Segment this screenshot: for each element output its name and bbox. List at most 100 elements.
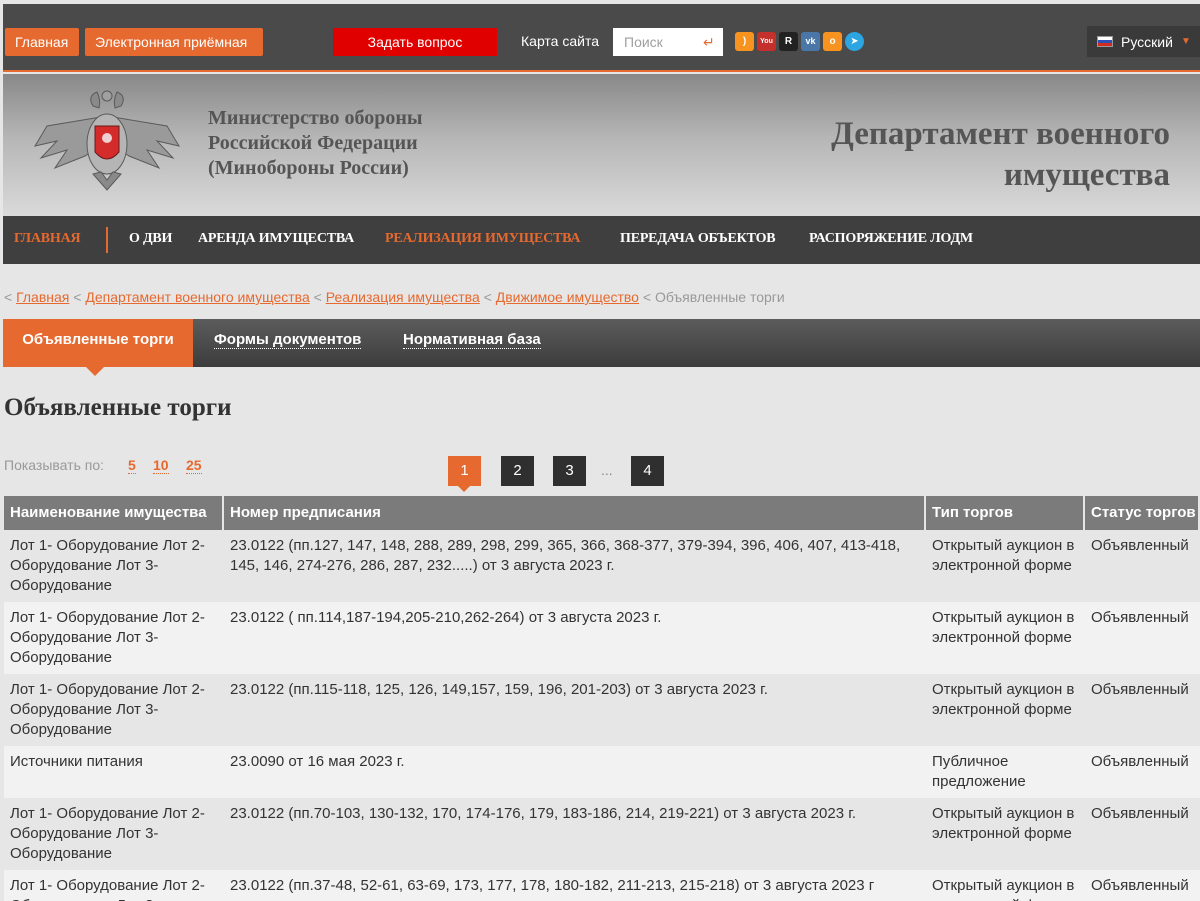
cell-name[interactable]: Лот 1- Оборудование Лот 2- Оборудование … <box>4 870 224 901</box>
table-row[interactable]: Лот 1- Оборудование Лот 2- Оборудование … <box>4 798 1200 870</box>
page-button-3[interactable]: 3 <box>553 456 586 486</box>
ministry-line: Министерство обороны <box>208 107 423 129</box>
rss-icon[interactable]: ) <box>735 32 754 51</box>
tab-document-forms[interactable]: Формы документов <box>214 319 362 367</box>
page-button-1[interactable]: 1 <box>448 456 481 486</box>
enter-icon[interactable]: ↵ <box>703 34 715 51</box>
language-selector[interactable]: Русский ▼ <box>1087 26 1200 57</box>
home-button[interactable]: Главная <box>5 28 79 56</box>
ministry-line: (Минобороны России) <box>208 157 409 179</box>
language-label: Русский <box>1121 33 1173 50</box>
breadcrumb-separator: < <box>4 289 13 305</box>
breadcrumb-link-department[interactable]: Департамент военного имущества <box>85 289 309 305</box>
active-page-pointer <box>458 486 470 492</box>
column-header-order-number[interactable]: Номер предписания <box>224 496 926 530</box>
double-headed-eagle-emblem[interactable] <box>27 86 187 198</box>
cell-status: Объявленный <box>1091 681 1189 698</box>
breadcrumb-separator: < <box>483 289 492 305</box>
breadcrumb-separator: < <box>313 289 322 305</box>
social-links: ) You R vk о ➤ <box>735 32 864 51</box>
ministry-line: Российской Федерации <box>208 132 418 154</box>
cell-tender-type: Открытый аукцион в электронной форме <box>932 681 1075 718</box>
table-row[interactable]: Лот 1- Оборудование Лот 2- Оборудование … <box>4 602 1200 674</box>
breadcrumb: < Главная < Департамент военного имущест… <box>4 289 785 305</box>
russian-flag-icon <box>1097 36 1113 47</box>
odnoklassniki-icon[interactable]: о <box>823 32 842 51</box>
cell-status: Объявленный <box>1091 877 1189 894</box>
breadcrumb-current: Объявленные торги <box>654 289 785 305</box>
cell-name[interactable]: Источники питания <box>4 746 224 798</box>
tab-label: Нормативная база <box>403 331 541 349</box>
pagination-ellipsis: ... <box>601 462 613 478</box>
header-banner: Министерство обороны Российской Федераци… <box>3 74 1200 216</box>
cell-tender-type: Открытый аукцион в электронной форме <box>932 537 1075 574</box>
vk-icon[interactable]: vk <box>801 32 820 51</box>
table-row[interactable]: Источники питания 23.0090 от 16 мая 2023… <box>4 746 1200 798</box>
tenders-table: Наименование имущества Номер предписания… <box>4 496 1200 901</box>
cell-order-number[interactable]: 23.0122 (пп.127, 147, 148, 288, 289, 298… <box>224 530 926 602</box>
department-line: имущества <box>1003 157 1170 193</box>
sitemap-link[interactable]: Карта сайта <box>521 33 599 49</box>
nav-item-lodm[interactable]: РАСПОРЯЖЕНИЕ ЛОДМ <box>809 231 973 247</box>
cell-name[interactable]: Лот 1- Оборудование Лот 2- Оборудование … <box>4 530 224 602</box>
tab-announced-tenders[interactable]: Объявленные торги <box>3 319 193 367</box>
page-button-4[interactable]: 4 <box>631 456 664 486</box>
cell-tender-type: Публичное предложение <box>932 753 1026 790</box>
ask-question-button[interactable]: Задать вопрос <box>333 28 497 56</box>
department-title: Департамент военного имущества <box>831 114 1170 196</box>
nav-item-home[interactable]: ГЛАВНАЯ <box>14 231 81 247</box>
breadcrumb-separator: < <box>73 289 82 305</box>
rutube-icon[interactable]: R <box>779 32 798 51</box>
cell-tender-type: Открытый аукцион в электронной форме <box>932 609 1075 646</box>
table-row[interactable]: Лот 1- Оборудование Лот 2- Оборудование … <box>4 530 1200 602</box>
department-line: Департамент военного <box>831 116 1170 152</box>
top-bar: Главная Электронная приёмная Задать вопр… <box>3 4 1200 72</box>
cell-order-number[interactable]: 23.0122 (пп.115-118, 125, 126, 149,157, … <box>224 674 926 746</box>
tab-label: Объявленные торги <box>22 331 174 348</box>
table-header: Наименование имущества Номер предписания… <box>4 496 1200 530</box>
nav-item-sale[interactable]: РЕАЛИЗАЦИЯ ИМУЩЕСТВА <box>385 231 581 247</box>
table-row[interactable]: Лот 1- Оборудование Лот 2- Оборудование … <box>4 870 1200 901</box>
section-tabs: Объявленные торги Формы документов Норма… <box>3 319 1200 367</box>
cell-status: Объявленный <box>1091 805 1189 822</box>
main-nav: ГЛАВНАЯ О ДВИ АРЕНДА ИМУЩЕСТВА РЕАЛИЗАЦИ… <box>3 216 1200 264</box>
youtube-icon[interactable]: You <box>757 32 776 51</box>
per-page-option-25[interactable]: 25 <box>186 457 202 474</box>
per-page-option-10[interactable]: 10 <box>153 457 169 474</box>
chevron-down-icon: ▼ <box>1180 36 1191 47</box>
e-reception-button[interactable]: Электронная приёмная <box>85 28 263 56</box>
breadcrumb-link-home[interactable]: Главная <box>16 289 69 305</box>
nav-item-about[interactable]: О ДВИ <box>129 231 172 247</box>
ministry-title: Министерство обороны Российской Федераци… <box>208 106 423 181</box>
per-page-option-5[interactable]: 5 <box>128 457 136 474</box>
cell-status: Объявленный <box>1091 537 1189 554</box>
cell-tender-type: Открытый аукцион в электронной форме <box>932 877 1075 901</box>
column-header-tender-type[interactable]: Тип торгов <box>926 496 1085 530</box>
breadcrumb-link-movable[interactable]: Движимое имущество <box>496 289 639 305</box>
column-header-name[interactable]: Наименование имущества <box>4 496 224 530</box>
page-title: Объявленные торги <box>4 394 232 421</box>
page-button-2[interactable]: 2 <box>501 456 534 486</box>
column-header-status[interactable]: Статус торгов <box>1085 496 1200 530</box>
nav-divider <box>106 227 108 253</box>
tab-regulatory-base[interactable]: Нормативная база <box>403 319 541 367</box>
per-page-label: Показывать по: <box>4 457 105 473</box>
active-tab-pointer <box>86 367 104 376</box>
cell-name[interactable]: Лот 1- Оборудование Лот 2- Оборудование … <box>4 798 224 870</box>
cell-name[interactable]: Лот 1- Оборудование Лот 2- Оборудование … <box>4 602 224 674</box>
cell-status: Объявленный <box>1091 609 1189 626</box>
cell-order-number[interactable]: 23.0122 ( пп.114,187-194,205-210,262-264… <box>224 602 926 674</box>
telegram-icon[interactable]: ➤ <box>845 32 864 51</box>
table-row[interactable]: Лот 1- Оборудование Лот 2- Оборудование … <box>4 674 1200 746</box>
cell-order-number[interactable]: 23.0090 от 16 мая 2023 г. <box>224 746 926 798</box>
tab-label: Формы документов <box>214 331 362 349</box>
cell-status: Объявленный <box>1091 753 1189 770</box>
cell-tender-type: Открытый аукцион в электронной форме <box>932 805 1075 842</box>
cell-order-number[interactable]: 23.0122 (пп.70-103, 130-132, 170, 174-17… <box>224 798 926 870</box>
cell-name[interactable]: Лот 1- Оборудование Лот 2- Оборудование … <box>4 674 224 746</box>
breadcrumb-link-sale[interactable]: Реализация имущества <box>326 289 480 305</box>
nav-item-transfer[interactable]: ПЕРЕДАЧА ОБЪЕКТОВ <box>620 231 776 247</box>
cell-order-number[interactable]: 23.0122 (пп.37-48, 52-61, 63-69, 173, 17… <box>224 870 926 901</box>
breadcrumb-separator: < <box>642 289 652 305</box>
nav-item-rent[interactable]: АРЕНДА ИМУЩЕСТВА <box>198 231 354 247</box>
